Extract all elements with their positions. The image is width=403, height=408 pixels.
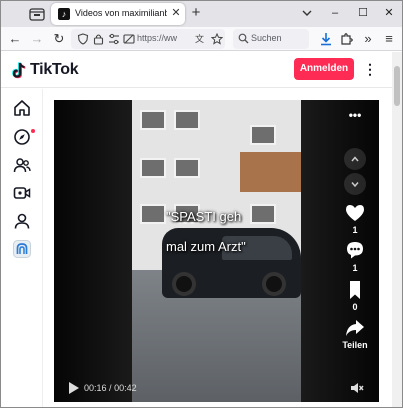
next-video-button[interactable]: [344, 173, 366, 195]
more-options-icon[interactable]: ⋮: [363, 59, 377, 79]
time-current: 00:16: [84, 383, 107, 393]
login-button[interactable]: Anmelden: [294, 58, 354, 80]
video-more-icon[interactable]: •••: [348, 108, 362, 122]
following-icon[interactable]: [13, 156, 31, 174]
downloads-icon[interactable]: [318, 31, 334, 47]
back-arrow-icon[interactable]: ←: [7, 31, 23, 47]
explore-icon[interactable]: [13, 128, 31, 146]
mute-icon[interactable]: [350, 381, 364, 395]
previous-video-button[interactable]: [344, 148, 366, 170]
scrollbar-thumb[interactable]: [394, 66, 400, 106]
firefox-view-icon[interactable]: [29, 7, 45, 21]
profile-icon[interactable]: [13, 212, 31, 230]
logo-text: TikTok: [30, 61, 79, 78]
forward-arrow-icon[interactable]: →: [29, 31, 45, 47]
minimize-button[interactable]: –: [327, 5, 343, 21]
tiktok-logo-icon: [11, 62, 26, 79]
save-count: 0: [352, 302, 358, 312]
reload-icon[interactable]: ↻: [51, 31, 67, 47]
more-apps-icon[interactable]: [13, 240, 31, 258]
translate-icon[interactable]: 文: [195, 33, 207, 45]
comment-icon[interactable]: [344, 240, 366, 260]
home-icon[interactable]: [13, 99, 31, 117]
video-controls: 00:16 / 00:42: [54, 376, 379, 402]
notification-dot: [31, 129, 35, 133]
navigation-toolbar: ← → ↻ https://www.ti 文: [1, 27, 402, 51]
chevron-down-icon: [351, 182, 359, 188]
play-icon[interactable]: [68, 381, 80, 395]
chevron-down-icon[interactable]: [301, 7, 313, 19]
search-icon: [238, 33, 249, 44]
tab-title: Videos von maximilianbaehring: [75, 8, 167, 18]
comment-count: 1: [352, 263, 358, 273]
video-caption-line1: "SPASTI geh: [166, 209, 242, 224]
new-tab-button[interactable]: +: [189, 5, 203, 21]
overflow-menu-icon[interactable]: »: [360, 31, 376, 47]
time-separator: /: [109, 383, 112, 393]
svg-text:文: 文: [195, 33, 204, 45]
tiktok-header: TikTok Anmelden ⋮: [1, 52, 392, 88]
share-icon[interactable]: [344, 318, 366, 338]
video-player[interactable]: "SPASTI geh mal zum Arzt" ••• 1 1 0 Teil…: [54, 100, 379, 402]
search-input[interactable]: Suchen: [233, 29, 309, 49]
bookmark-star-icon[interactable]: [211, 33, 223, 45]
shield-icon[interactable]: [77, 33, 89, 45]
live-icon[interactable]: [13, 184, 31, 202]
sidebar-nav: [1, 89, 43, 407]
video-blur-right: [301, 100, 379, 402]
hamburger-menu-icon[interactable]: ≡: [381, 31, 397, 47]
search-placeholder: Suchen: [251, 33, 282, 43]
page-scrollbar[interactable]: [392, 52, 402, 407]
video-caption-line2: mal zum Arzt": [166, 239, 246, 254]
tiktok-logo[interactable]: TikTok: [11, 60, 91, 80]
like-count: 1: [352, 225, 358, 235]
bookmark-icon[interactable]: [344, 280, 366, 300]
tiktok-favicon-icon: ♪: [58, 8, 70, 20]
video-time: 00:16 / 00:42: [84, 383, 137, 393]
address-bar[interactable]: https://www.ti 文: [71, 29, 225, 49]
maximize-button[interactable]: ☐: [355, 5, 371, 21]
url-text[interactable]: https://www.ti: [137, 33, 177, 45]
close-window-button[interactable]: ✕: [381, 5, 397, 21]
tab-active[interactable]: ♪ Videos von maximilianbaehring ✕: [51, 3, 185, 25]
chevron-up-icon: [351, 156, 359, 162]
tracking-blocked-icon[interactable]: [123, 33, 135, 45]
tiktok-page: TikTok Anmelden ⋮ "SPASTI geh mal zum Ar…: [1, 52, 392, 407]
video-blur-left: [54, 100, 132, 402]
tab-bar: ♪ Videos von maximilianbaehring ✕ + – ☐ …: [1, 1, 402, 27]
tab-close-icon[interactable]: ✕: [170, 7, 182, 20]
lock-icon[interactable]: [93, 33, 104, 45]
heart-icon[interactable]: [344, 203, 366, 223]
share-label[interactable]: Teilen: [334, 340, 376, 350]
permissions-icon[interactable]: [108, 33, 120, 45]
extensions-icon[interactable]: [339, 31, 355, 47]
browser-window: ♪ Videos von maximilianbaehring ✕ + – ☐ …: [0, 0, 403, 408]
time-total: 00:42: [114, 383, 137, 393]
